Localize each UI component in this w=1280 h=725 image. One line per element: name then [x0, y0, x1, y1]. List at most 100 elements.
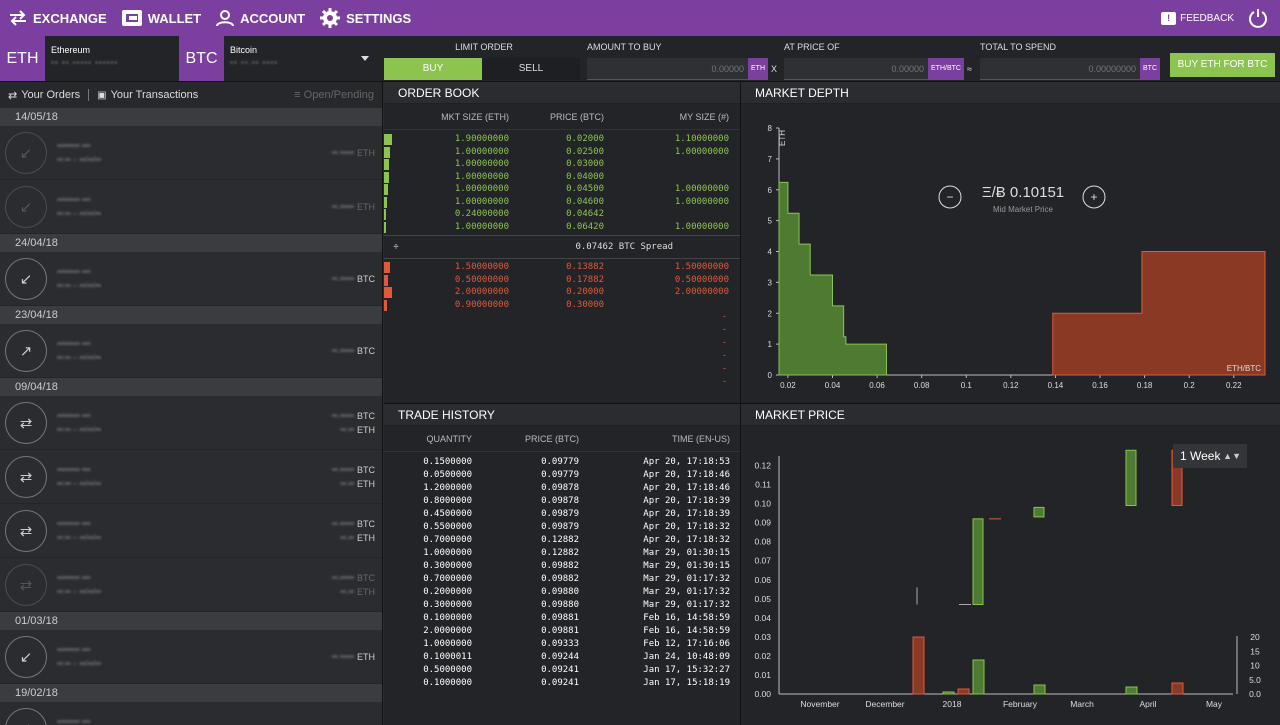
trade-time: Apr 20, 17:18:53: [643, 456, 730, 467]
trade-time: Mar 29, 01:17:32: [643, 586, 730, 597]
transaction-currency: ETH: [357, 147, 375, 158]
zoom-in-button[interactable]: +: [1082, 185, 1106, 209]
amount-group: AMOUNT TO BUY ETH X: [587, 36, 782, 81]
order-size: 2.00000000: [454, 287, 509, 298]
volume-bar: [1125, 686, 1138, 695]
trade-qty: 0.4500000: [423, 508, 472, 519]
transaction-row[interactable]: ⇄ ▪▪▪▪▪▪▪▪ ▪▪▪ ▪▪:▪▪ – ▪▪/▪▪/▪▪ ▪▪.▪▪▪▪▪ ▪▪.…: [0, 450, 382, 504]
order-book-row[interactable]: 1.00000000 0.04500 1.00000000: [384, 183, 740, 196]
range-select[interactable]: 1 Week ▲▼: [1173, 444, 1247, 468]
pending-filter[interactable]: ≡ Open/Pending: [294, 89, 374, 101]
order-book-title: ORDER BOOK: [384, 82, 740, 104]
volume-tick-label: 20: [1250, 632, 1260, 642]
depth-bar: [384, 159, 389, 170]
order-size: 0.24000000: [454, 209, 509, 220]
trade-row: 1.0000000 0.12882 Mar 29, 01:30:15: [384, 546, 740, 559]
order-my-size: 1.00000000: [674, 146, 729, 157]
transaction-row[interactable]: ↙ ▪▪▪▪▪▪▪▪ ▪▪▪ ▪▪:▪▪ – ▪▪/▪▪/▪▪ ▪▪.▪▪▪▪▪ BTC: [0, 252, 382, 306]
chevron-down-icon[interactable]: [361, 56, 369, 61]
send-arrow-icon: ↗: [5, 329, 47, 372]
total-input[interactable]: [980, 58, 1140, 80]
transaction-currency: BTC ETH: [357, 572, 375, 597]
depth-x-tick-label: 0.12: [1003, 381, 1019, 390]
trade-time: Jan 17, 15:18:19: [643, 677, 730, 688]
total-unit: BTC: [1140, 58, 1160, 80]
order-book-row[interactable]: 2.00000000 0.20000 2.00000000: [384, 286, 740, 299]
transaction-row[interactable]: ⇄ ▪▪▪▪▪▪▪▪ ▪▪▪ ▪▪:▪▪ – ▪▪/▪▪/▪▪ ▪▪.▪▪▪▪▪ ▪▪.…: [0, 396, 382, 450]
sell-tab[interactable]: SELL: [482, 58, 580, 80]
tab-your-transactions[interactable]: ▣ Your Transactions: [89, 89, 198, 101]
order-size: 1.90000000: [454, 134, 509, 145]
transaction-list: 14/05/18 ↙ ▪▪▪▪▪▪▪▪ ▪▪▪ ▪▪:▪▪ – ▪▪/▪▪/▪▪ ▪▪.…: [0, 108, 382, 725]
nav-account[interactable]: ACCOUNT: [215, 9, 305, 27]
price-y-tick-label: 0.05: [754, 594, 771, 604]
order-book-row[interactable]: 1.90000000 0.02000 1.10000000: [384, 133, 740, 146]
order-book-row[interactable]: 0.24000000 0.04642: [384, 208, 740, 221]
transaction-row[interactable]: ↙ ▪▪▪▪▪▪▪▪ ▪▪▪ ▪▪:▪▪ – ▪▪/▪▪/▪▪ ▪▪.▪▪▪▪▪ ETH: [0, 180, 382, 234]
tab-your-orders[interactable]: ⇄ Your Orders: [0, 89, 80, 102]
order-size: 0.90000000: [454, 299, 509, 310]
transaction-row[interactable]: ↙ ▪▪▪▪▪▪▪▪ ▪▪▪ ▪▪:▪▪ – ▪▪/▪▪/▪▪ ▪▪.▪▪▪▪▪ ETH: [0, 630, 382, 684]
amount-input[interactable]: [587, 58, 748, 80]
transaction-row[interactable]: ↙ ▪▪▪▪▪▪▪▪ ▪▪▪ ▪▪:▪▪ – ▪▪/▪▪/▪▪ ▪▪.▪▪▪▪▪ ETH: [0, 126, 382, 180]
trade-price: 0.09241: [541, 677, 579, 688]
quote-symbol: BTC: [179, 36, 224, 81]
transaction-row[interactable]: ↗ ▪▪▪▪▪▪▪▪ ▪▪▪ ▪▪:▪▪ – ▪▪/▪▪/▪▪ ▪▪.▪▪▪▪▪ BTC: [0, 324, 382, 378]
order-book-row[interactable]: 1.50000000 0.13882 1.50000000: [384, 261, 740, 274]
feedback-button[interactable]: ! FEEDBACK: [1161, 11, 1234, 25]
trade-time: Mar 29, 01:17:32: [643, 599, 730, 610]
volume-bar: [1171, 682, 1184, 695]
trade-time: Feb 12, 17:16:06: [643, 638, 730, 649]
nav-settings[interactable]: SETTINGS: [319, 7, 411, 29]
exchange-icon: [10, 10, 26, 26]
zoom-out-button[interactable]: −: [938, 185, 962, 209]
order-book-row[interactable]: 1.00000000 0.06420 1.00000000: [384, 221, 740, 234]
trade-time: Mar 29, 01:17:32: [643, 573, 730, 584]
power-icon[interactable]: [1248, 8, 1268, 28]
depth-x-tick-label: 0.1: [961, 381, 973, 390]
quote-name: Bitcoin: [230, 45, 258, 55]
depth-y-tick-label: 2: [768, 309, 773, 318]
transaction-row[interactable]: ⇄ ▪▪▪▪▪▪▪▪ ▪▪▪ ▪▪:▪▪ – ▪▪/▪▪/▪▪ ▪▪.▪▪▪▪▪ ▪▪.…: [0, 558, 382, 612]
limit-order-label: LIMIT ORDER: [455, 42, 513, 52]
order-book-row[interactable]: 1.00000000 0.04600 1.00000000: [384, 196, 740, 209]
trade-row: 0.3000000 0.09880 Mar 29, 01:17:32: [384, 598, 740, 611]
depth-y-tick-label: 6: [768, 186, 773, 195]
transaction-currency: BTC ETH: [357, 518, 375, 543]
trade-qty: 1.0000000: [423, 547, 472, 558]
price-x-tick-label: February: [1003, 699, 1038, 709]
price-input[interactable]: [784, 58, 928, 80]
transaction-row[interactable]: ⇄ ▪▪▪▪▪▪▪▪ ▪▪▪▪▪:▪▪ – ▪▪/▪▪/▪▪ ▪▪.▪▪▪▪▪BTC: [0, 702, 382, 725]
price-y-tick-label: 0.02: [754, 651, 771, 661]
depth-x-axis-label: ETH/BTC: [1227, 364, 1261, 373]
trade-qty: 0.7000000: [423, 534, 472, 545]
trade-row: 0.7000000 0.12882 Apr 20, 17:18:32: [384, 533, 740, 546]
price-y-tick-label: 0.04: [754, 613, 771, 623]
depth-x-tick-label: 0.04: [825, 381, 841, 390]
trade-price: 0.09881: [541, 612, 579, 623]
depth-x-tick-label: 0.2: [1184, 381, 1196, 390]
base-currency-selector: ETH Ethereum ▪▪ ▪▪.▪▪▪▪▪ ▪▪▪▪▪▪: [0, 36, 180, 81]
trade-time: Mar 29, 01:30:15: [643, 560, 730, 571]
quote-currency-selector[interactable]: BTC Bitcoin ▪▪ ▪▪.▪▪ ▪▪▪▪: [179, 36, 383, 81]
order-book-row[interactable]: 1.00000000 0.04000: [384, 171, 740, 184]
limit-order-toggle: LIMIT ORDER BUY SELL: [384, 36, 584, 81]
col-time: TIME (EN-US): [672, 433, 730, 444]
trade-qty: 0.8000000: [423, 495, 472, 506]
nav-exchange[interactable]: EXCHANGE: [8, 10, 107, 26]
price-candle: [972, 518, 984, 606]
order-size: 1.50000000: [454, 262, 509, 273]
order-book-row[interactable]: 1.00000000 0.03000: [384, 158, 740, 171]
order-book-row[interactable]: 1.00000000 0.02500 1.00000000: [384, 146, 740, 159]
buy-tab[interactable]: BUY: [384, 58, 482, 80]
depth-bar: [384, 209, 386, 220]
depth-y-tick-label: 4: [768, 248, 773, 257]
buy-eth-for-btc-button[interactable]: BUY ETH FOR BTC: [1170, 53, 1275, 77]
left-tabs: ⇄ Your Orders ▣ Your Transactions ≡ Open…: [0, 82, 382, 108]
transaction-row[interactable]: ⇄ ▪▪▪▪▪▪▪▪ ▪▪▪ ▪▪:▪▪ – ▪▪/▪▪/▪▪ ▪▪.▪▪▪▪▪ ▪▪.…: [0, 504, 382, 558]
order-book-row[interactable]: 0.90000000 0.30000: [384, 299, 740, 312]
receive-arrow-icon: ↙: [5, 185, 47, 228]
nav-wallet[interactable]: WALLET: [121, 9, 201, 27]
order-book-row[interactable]: 0.50000000 0.17882 0.50000000: [384, 274, 740, 287]
depth-y-tick-label: 7: [768, 155, 773, 164]
